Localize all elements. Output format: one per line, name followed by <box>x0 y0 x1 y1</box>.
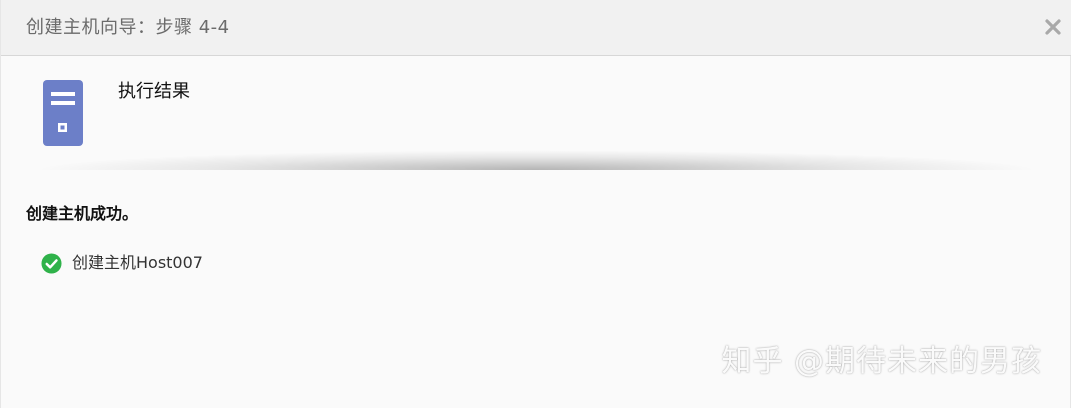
wizard-dialog: 创建主机向导：步骤 4-4 执行结果 创建主机成功。 创建主机Host007 知… <box>0 0 1071 408</box>
result-list-item: 创建主机Host007 <box>41 252 203 274</box>
watermark: 知乎 @期待未来的男孩 <box>721 344 1042 379</box>
close-icon <box>1045 19 1061 35</box>
result-heading: 创建主机成功。 <box>26 204 139 223</box>
step-title: 执行结果 <box>118 81 190 102</box>
result-item-label: 创建主机Host007 <box>72 253 203 272</box>
dialog-title: 创建主机向导：步骤 4-4 <box>26 17 230 38</box>
success-check-icon <box>41 252 62 274</box>
dialog-titlebar: 创建主机向导：步骤 4-4 <box>1 0 1071 56</box>
section-divider <box>31 150 1041 170</box>
close-button[interactable] <box>1040 14 1066 40</box>
server-icon <box>43 80 83 150</box>
